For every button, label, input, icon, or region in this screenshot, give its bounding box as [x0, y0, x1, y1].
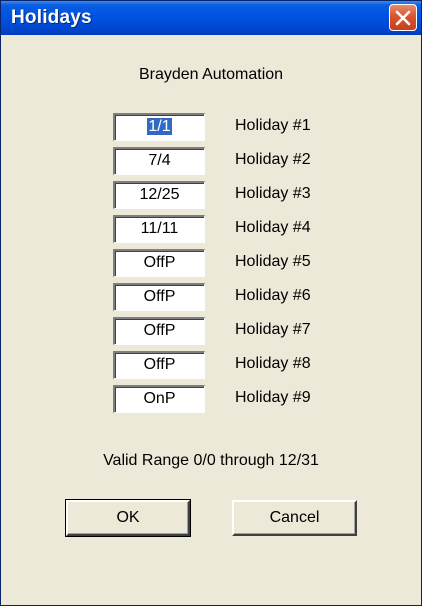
holiday-1-value: 1/1 — [147, 118, 172, 135]
holiday-4-field[interactable]: 11/11 — [113, 215, 205, 243]
holiday-2-label: Holiday #2 — [235, 151, 311, 168]
holidays-dialog-window: Holidays Brayden Automation 1/1 Holiday … — [0, 0, 422, 606]
company-name: Brayden Automation — [138, 66, 284, 83]
holiday-1-label: Holiday #1 — [235, 117, 311, 134]
holiday-5-label: Holiday #5 — [235, 253, 311, 270]
window-title: Holidays — [11, 7, 92, 28]
cancel-button[interactable]: Cancel — [232, 500, 357, 536]
holiday-6-label: Holiday #6 — [235, 287, 311, 304]
holiday-7-label: Holiday #7 — [235, 321, 311, 338]
holiday-row-9: OnP Holiday #9 — [4, 385, 418, 413]
holiday-9-field[interactable]: OnP — [113, 385, 205, 413]
valid-range-text: Valid Range 0/0 through 12/31 — [103, 452, 319, 469]
holiday-row-8: OffP Holiday #8 — [4, 351, 418, 379]
holiday-row-5: OffP Holiday #5 — [4, 249, 418, 277]
holiday-3-field[interactable]: 12/25 — [113, 181, 205, 209]
holiday-8-field[interactable]: OffP — [113, 351, 205, 379]
holiday-row-7: OffP Holiday #7 — [4, 317, 418, 345]
holiday-row-4: 11/11 Holiday #4 — [4, 215, 418, 243]
holiday-3-label: Holiday #3 — [235, 185, 311, 202]
close-icon — [395, 10, 411, 26]
holiday-5-field[interactable]: OffP — [113, 249, 205, 277]
holiday-row-1: 1/1 Holiday #1 — [4, 113, 418, 141]
holiday-row-3: 12/25 Holiday #3 — [4, 181, 418, 209]
ok-button[interactable]: OK — [65, 499, 191, 537]
holiday-1-field[interactable]: 1/1 — [113, 113, 205, 141]
holiday-row-6: OffP Holiday #6 — [4, 283, 418, 311]
dialog-body: Brayden Automation 1/1 Holiday #1 7/4 Ho… — [4, 35, 418, 602]
holiday-2-field[interactable]: 7/4 — [113, 147, 205, 175]
holiday-4-label: Holiday #4 — [235, 219, 311, 236]
holiday-7-field[interactable]: OffP — [113, 317, 205, 345]
title-bar[interactable]: Holidays — [1, 1, 421, 35]
holiday-9-label: Holiday #9 — [235, 389, 311, 406]
holiday-row-2: 7/4 Holiday #2 — [4, 147, 418, 175]
holiday-8-label: Holiday #8 — [235, 355, 311, 372]
holiday-6-field[interactable]: OffP — [113, 283, 205, 311]
close-button[interactable] — [389, 4, 417, 31]
